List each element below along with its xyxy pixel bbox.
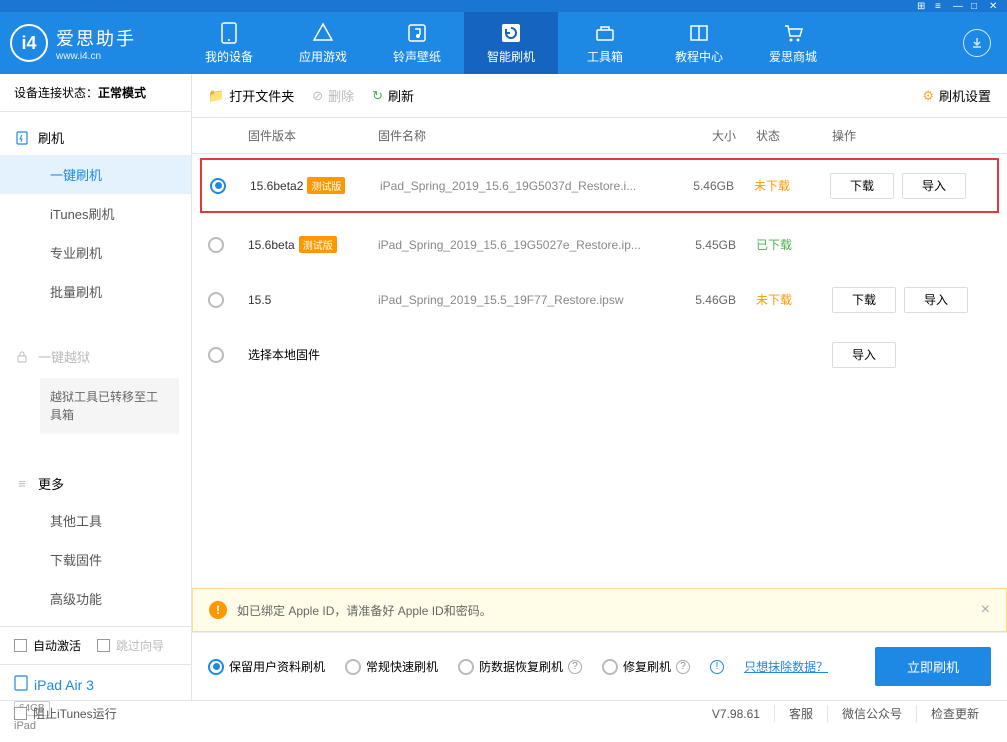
lock-icon bbox=[14, 349, 30, 365]
warning-icon: ! bbox=[209, 601, 227, 619]
table-row[interactable]: 15.5 iPad_Spring_2019_15.5_19F77_Restore… bbox=[192, 272, 1007, 327]
logo-icon: i4 bbox=[10, 24, 48, 62]
titlebar: ⊞ ≡ — □ ✕ bbox=[0, 0, 1007, 12]
open-folder-button[interactable]: 📁打开文件夹 bbox=[208, 86, 294, 105]
sidebar: 设备连接状态：正常模式 刷机 一键刷机 iTunes刷机 专业刷机 批量刷机 一… bbox=[0, 74, 192, 700]
sidebar-checks: 自动激活 跳过向导 bbox=[0, 626, 191, 664]
wechat-link[interactable]: 微信公众号 bbox=[827, 705, 916, 722]
checkbox-skipguide[interactable] bbox=[97, 639, 110, 652]
support-link[interactable]: 客服 bbox=[774, 705, 827, 722]
sidebar-item-advanced[interactable]: 高级功能 bbox=[0, 579, 191, 618]
opt-antirecover[interactable]: 防数据恢复刷机? bbox=[458, 658, 582, 675]
refresh-icon bbox=[500, 22, 522, 44]
import-button[interactable]: 导入 bbox=[902, 173, 966, 199]
sidebar-item-oneclick[interactable]: 一键刷机 bbox=[0, 155, 191, 194]
table-row[interactable]: 15.6beta测试版 iPad_Spring_2019_15.6_19G502… bbox=[192, 217, 1007, 272]
app-icon bbox=[312, 22, 334, 44]
sidebar-head-more[interactable]: ≡ 更多 bbox=[0, 466, 191, 501]
table-header: 固件版本 固件名称 大小 状态 操作 bbox=[192, 118, 1007, 154]
flash-now-button[interactable]: 立即刷机 bbox=[875, 647, 991, 686]
help-icon[interactable]: ? bbox=[568, 660, 582, 674]
flash-settings-button[interactable]: ⚙刷机设置 bbox=[922, 86, 991, 105]
version-label: V7.98.61 bbox=[712, 707, 774, 721]
opt-repair[interactable]: 修复刷机? bbox=[602, 658, 690, 675]
download-button[interactable]: 下载 bbox=[830, 173, 894, 199]
app-url: www.i4.cn bbox=[56, 51, 136, 62]
table-row-local[interactable]: 选择本地固件 导入 bbox=[192, 327, 1007, 382]
help-icon[interactable]: ? bbox=[676, 660, 690, 674]
beta-badge: 测试版 bbox=[299, 236, 337, 253]
delete-icon: ⊘ bbox=[312, 88, 323, 104]
opt-normal[interactable]: 常规快速刷机 bbox=[345, 658, 438, 675]
minimize-icon[interactable]: — bbox=[953, 1, 963, 11]
radio[interactable] bbox=[458, 659, 474, 675]
options-bar: 保留用户资料刷机 常规快速刷机 防数据恢复刷机? 修复刷机? ! 只想抹除数据？… bbox=[192, 632, 1007, 700]
nav-ringtones[interactable]: 铃声壁纸 bbox=[370, 12, 464, 74]
sidebar-item-othertools[interactable]: 其他工具 bbox=[0, 501, 191, 540]
toolbox-icon bbox=[594, 22, 616, 44]
opt-keepdata[interactable]: 保留用户资料刷机 bbox=[208, 658, 325, 675]
sidebar-item-itunes[interactable]: iTunes刷机 bbox=[0, 194, 191, 233]
sidebar-head-jailbreak[interactable]: 一键越狱 bbox=[0, 339, 191, 374]
connection-status: 设备连接状态：正常模式 bbox=[0, 74, 191, 112]
erase-link[interactable]: 只想抹除数据？ bbox=[744, 658, 828, 675]
phone-icon bbox=[218, 22, 240, 44]
nav-apps[interactable]: 应用游戏 bbox=[276, 12, 370, 74]
more-icon: ≡ bbox=[14, 476, 30, 492]
close-icon[interactable]: ✕ bbox=[989, 1, 999, 11]
maximize-icon[interactable]: □ bbox=[971, 1, 981, 11]
sidebar-item-batch[interactable]: 批量刷机 bbox=[0, 272, 191, 311]
radio[interactable] bbox=[208, 347, 224, 363]
gear-icon: ⚙ bbox=[922, 88, 934, 104]
sidebar-item-pro[interactable]: 专业刷机 bbox=[0, 233, 191, 272]
tablet-icon bbox=[14, 675, 28, 694]
radio[interactable] bbox=[602, 659, 618, 675]
radio[interactable] bbox=[208, 292, 224, 308]
folder-icon: 📁 bbox=[208, 88, 224, 104]
nav-store[interactable]: 爱思商城 bbox=[746, 12, 840, 74]
nav-tools[interactable]: 工具箱 bbox=[558, 12, 652, 74]
download-button[interactable]: 下载 bbox=[832, 287, 896, 313]
sidebar-head-flash[interactable]: 刷机 bbox=[0, 120, 191, 155]
main: 📁打开文件夹 ⊘删除 ↻刷新 ⚙刷机设置 固件版本 固件名称 大小 状态 操作 … bbox=[192, 74, 1007, 700]
nav-mydevice[interactable]: 我的设备 bbox=[182, 12, 276, 74]
radio[interactable] bbox=[210, 178, 226, 194]
table-row[interactable]: 15.6beta2测试版 iPad_Spring_2019_15.6_19G50… bbox=[200, 158, 999, 213]
import-button[interactable]: 导入 bbox=[904, 287, 968, 313]
close-notice-button[interactable]: × bbox=[981, 601, 990, 619]
device-info[interactable]: iPad Air 3 64GB iPad bbox=[0, 664, 191, 742]
radio[interactable] bbox=[208, 237, 224, 253]
app-name: 爱思助手 bbox=[56, 25, 136, 51]
download-icon bbox=[963, 29, 991, 57]
refresh-icon: ↻ bbox=[372, 88, 383, 104]
nav-flash[interactable]: 智能刷机 bbox=[464, 12, 558, 74]
checkbox-autoactivate[interactable] bbox=[14, 639, 27, 652]
notice-bar: ! 如已绑定 Apple ID，请准备好 Apple ID和密码。 × bbox=[192, 588, 1007, 632]
checkbox-block-itunes[interactable] bbox=[14, 707, 27, 720]
beta-badge: 测试版 bbox=[307, 177, 345, 194]
sidebar-item-download[interactable]: 下载固件 bbox=[0, 540, 191, 579]
header-download[interactable] bbox=[957, 29, 997, 57]
nav: 我的设备 应用游戏 铃声壁纸 智能刷机 工具箱 教程中心 爱思商城 bbox=[182, 12, 957, 74]
delete-button[interactable]: ⊘删除 bbox=[312, 86, 354, 105]
grid-icon[interactable]: ⊞ bbox=[917, 1, 927, 11]
header: i4 爱思助手 www.i4.cn 我的设备 应用游戏 铃声壁纸 智能刷机 工具… bbox=[0, 12, 1007, 74]
menu-icon[interactable]: ≡ bbox=[935, 1, 945, 11]
nav-tutorial[interactable]: 教程中心 bbox=[652, 12, 746, 74]
jailbreak-note: 越狱工具已转移至工具箱 bbox=[40, 378, 179, 434]
radio[interactable] bbox=[345, 659, 361, 675]
import-button[interactable]: 导入 bbox=[832, 342, 896, 368]
refresh-button[interactable]: ↻刷新 bbox=[372, 86, 414, 105]
flash-icon bbox=[14, 130, 30, 146]
logo[interactable]: i4 爱思助手 www.i4.cn bbox=[10, 24, 182, 62]
cart-icon bbox=[782, 22, 804, 44]
info-icon[interactable]: ! bbox=[710, 660, 724, 674]
update-link[interactable]: 检查更新 bbox=[916, 705, 993, 722]
toolbar: 📁打开文件夹 ⊘删除 ↻刷新 ⚙刷机设置 bbox=[192, 74, 1007, 118]
radio[interactable] bbox=[208, 659, 224, 675]
music-icon bbox=[406, 22, 428, 44]
book-icon bbox=[688, 22, 710, 44]
